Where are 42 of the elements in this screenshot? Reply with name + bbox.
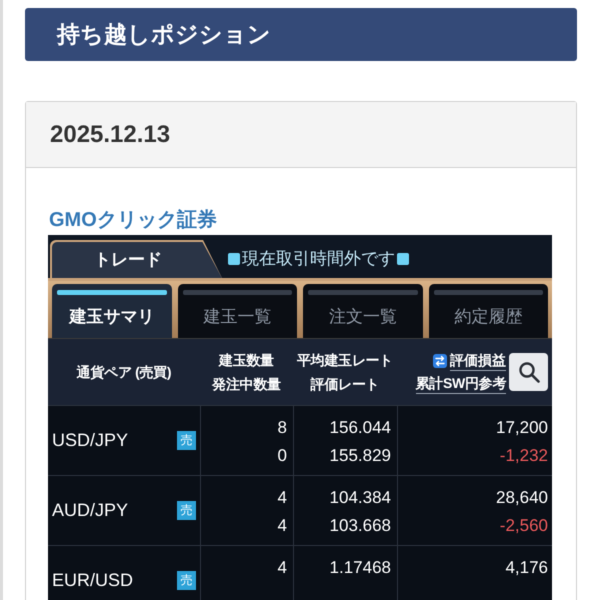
profit-value: 17,200 (496, 416, 548, 439)
tab[interactable]: 約定履歴 (428, 284, 548, 338)
broker-name: GMOクリック証券 (49, 208, 217, 233)
side-badge: 売 (177, 501, 196, 520)
swap-arrows-icon[interactable] (433, 354, 447, 368)
quantity-value: 4 (278, 556, 287, 579)
column-header: 評価レート (310, 375, 380, 394)
column-header: 建玉数量 (219, 351, 274, 370)
swap-value: -1,232 (500, 444, 548, 467)
swap-value: -2,560 (500, 514, 548, 537)
profit-value: 28,640 (496, 486, 548, 509)
date-label: 2025.12.13 (50, 120, 170, 150)
average-rate-value: 104.384 (330, 486, 391, 509)
average-rate-value: 156.044 (330, 416, 391, 439)
column-header: 平均建玉レート (297, 351, 393, 370)
search-button[interactable] (509, 353, 548, 391)
column-header: 通貨ペア (売買) (76, 363, 172, 382)
valuation-rate-value: 103.668 (330, 514, 391, 537)
main-tab[interactable]: トレード (50, 240, 222, 278)
currency-pair: AUD/JPY (52, 499, 128, 522)
profit-value: 4,176 (505, 556, 548, 579)
column-header: 発注中数量 (212, 375, 281, 394)
average-rate-value: 1.17468 (330, 556, 391, 579)
column-link[interactable]: 累計SW円参考 (416, 373, 506, 394)
status-message: 現在取引時間外です (242, 248, 395, 270)
square-icon (228, 253, 240, 265)
tab[interactable]: 建玉一覧 (178, 284, 297, 338)
page-title: 持ち越しポジション (57, 20, 271, 50)
pending-quantity-value: 0 (278, 444, 287, 467)
currency-pair: USD/JPY (52, 429, 128, 452)
quantity-value: 8 (278, 416, 287, 439)
tab[interactable]: 建玉サマリ (52, 284, 172, 338)
quantity-value: 4 (278, 486, 287, 509)
search-icon (518, 361, 540, 383)
tab[interactable]: 注文一覧 (303, 284, 422, 338)
square-icon (397, 253, 409, 265)
currency-pair: EUR/USD (52, 569, 134, 592)
valuation-rate-value: 155.829 (330, 444, 391, 467)
side-badge: 売 (177, 571, 196, 590)
side-badge: 売 (177, 431, 196, 450)
column-link[interactable]: 評価損益 (450, 350, 506, 371)
pending-quantity-value: 4 (278, 514, 287, 537)
